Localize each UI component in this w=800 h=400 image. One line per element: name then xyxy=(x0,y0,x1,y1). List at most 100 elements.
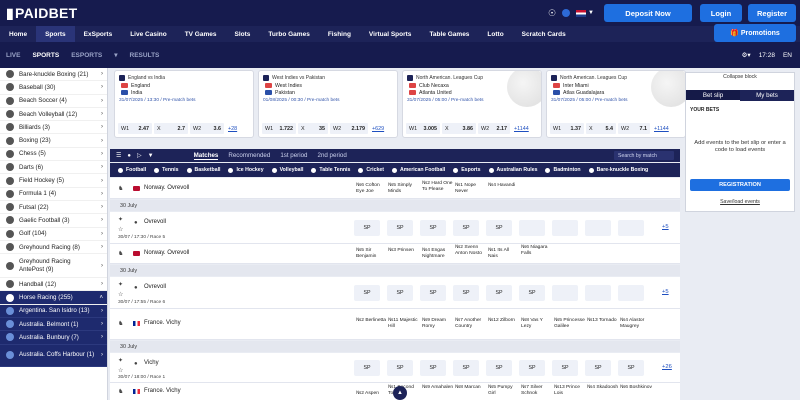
sidebar-item-beach-volleyball[interactable]: Beach Volleyball (12) › xyxy=(0,108,107,122)
star-icon[interactable]: ☆ xyxy=(118,367,123,374)
subnav-esports[interactable]: ESPORTS xyxy=(65,52,108,59)
more-bets-link[interactable]: +26 xyxy=(662,364,672,370)
login-button[interactable]: Login xyxy=(700,4,742,22)
sidebar-item-golf[interactable]: Golf (104) › xyxy=(0,228,107,241)
sport-esports[interactable]: Esports xyxy=(453,167,481,173)
sidebar-item-billiards[interactable]: Billiards (3) › xyxy=(0,121,107,135)
settings-toggle-icon[interactable] xyxy=(562,9,571,17)
nav-sports[interactable]: Sports xyxy=(36,26,75,42)
more-bets-link[interactable]: +629 xyxy=(372,126,384,132)
sp-button[interactable] xyxy=(552,285,578,301)
save-load-events-link[interactable]: Save/load events xyxy=(690,199,790,205)
star-icon[interactable]: ☆ xyxy=(118,226,123,233)
sidebar-item-handball[interactable]: Handball (12) › xyxy=(0,278,107,292)
chevron-down-icon[interactable]: ▼ xyxy=(588,10,594,16)
live-icon[interactable]: ● xyxy=(127,153,131,159)
sport-ice-hockey[interactable]: Ice Hockey xyxy=(228,167,264,173)
registration-button[interactable]: REGISTRATION xyxy=(690,179,790,191)
sidebar-item-darts[interactable]: Darts (6) › xyxy=(0,161,107,175)
nav-table-games[interactable]: Table Games xyxy=(420,26,478,42)
subnav-live[interactable]: LIVE xyxy=(0,52,26,59)
tab-1st-period[interactable]: 1st period xyxy=(280,152,307,159)
sp-button[interactable]: SP xyxy=(552,360,578,376)
sp-button[interactable]: SP xyxy=(585,360,611,376)
sidebar-item-bare-knuckle[interactable]: Bare-knuckle Boxing (21) › xyxy=(0,68,107,82)
race-row[interactable]: ♞ Norway. Ovrevoll №6 Cofton Eye Joe №5 … xyxy=(110,178,680,199)
sidebar-item-formula-1[interactable]: Formula 1 (4) › xyxy=(0,188,107,201)
logo[interactable]: ▮ PAIDBET xyxy=(6,5,78,22)
odd-w1[interactable]: W1 2.47 xyxy=(118,123,152,134)
menu-icon[interactable]: ☰ xyxy=(116,152,121,159)
sport-volleyball[interactable]: Volleyball xyxy=(271,167,303,173)
sp-button[interactable]: SP xyxy=(618,360,644,376)
nav-turbo-games[interactable]: Turbo Games xyxy=(259,26,318,42)
sidebar-subitem-belmont[interactable]: Australia. Belmont (1) › xyxy=(0,318,107,332)
sport-basketball[interactable]: Basketball xyxy=(186,167,220,173)
pin-icon[interactable]: ✦ xyxy=(118,216,123,223)
odd-w2[interactable]: W2 2.179 xyxy=(330,123,368,134)
nav-lotto[interactable]: Lotto xyxy=(478,26,512,42)
match-card[interactable]: North American. Leagues Cup Inter Miami … xyxy=(546,70,686,138)
language-select[interactable]: EN xyxy=(783,52,792,59)
sidebar-item-chess[interactable]: Chess (5) › xyxy=(0,148,107,162)
register-button[interactable]: Register xyxy=(748,4,796,22)
sport-bare-knuckle[interactable]: Bare-knuckle Boxing xyxy=(588,167,648,173)
sport-american-football[interactable]: American Football xyxy=(391,167,445,173)
sidebar-subitem-bunbury[interactable]: Australia. Bunbury (7) › xyxy=(0,331,107,345)
nav-live-casino[interactable]: Live Casino xyxy=(121,26,175,42)
subnav-sports[interactable]: SPORTS xyxy=(26,52,65,59)
odd-w2[interactable]: W2 2.17 xyxy=(478,123,510,134)
sp-button[interactable] xyxy=(618,220,644,236)
race-row[interactable]: ♞ Norway. Ovrevoll №5 Sir Benjamin №3 Pr… xyxy=(110,244,680,264)
odd-x[interactable]: X 3.86 xyxy=(442,123,476,134)
sp-button[interactable] xyxy=(552,220,578,236)
nav-home[interactable]: Home xyxy=(0,26,36,42)
sport-table-tennis[interactable]: Table Tennis xyxy=(311,167,350,173)
deposit-button[interactable]: Deposit Now xyxy=(604,4,692,22)
nav-virtual-sports[interactable]: Virtual Sports xyxy=(360,26,421,42)
sidebar-subitem-san-isidro[interactable]: Argentina. San Isidro (13) › xyxy=(0,304,107,319)
gear-icon[interactable]: ⚙▾ xyxy=(742,51,751,59)
odd-w2[interactable]: W2 7.1 xyxy=(618,123,650,134)
tab-recommended[interactable]: Recommended xyxy=(228,152,270,159)
sp-button[interactable]: SP xyxy=(354,220,380,236)
race-row[interactable]: ✦ ☆ ● Ovrevoll 30/07 / 17:30 / Race 5 SP… xyxy=(110,212,680,244)
nav-scratch-cards[interactable]: Scratch Cards xyxy=(513,26,575,42)
sp-button[interactable]: SP xyxy=(453,220,479,236)
pin-icon[interactable]: ✦ xyxy=(118,281,123,288)
tab-bet-slip[interactable]: Bet slip xyxy=(686,90,740,101)
sp-button[interactable]: SP xyxy=(519,285,545,301)
sp-button[interactable]: SP xyxy=(387,285,413,301)
subnav-results[interactable]: RESULTS xyxy=(124,52,166,59)
sp-button[interactable]: SP xyxy=(420,285,446,301)
sp-button[interactable]: SP xyxy=(420,360,446,376)
odd-x[interactable]: X 5.4 xyxy=(586,123,616,134)
sidebar-item-gaelic-football[interactable]: Gaelic Football (3) › xyxy=(0,214,107,228)
sidebar-item-field-hockey[interactable]: Field Hockey (5) › xyxy=(0,174,107,188)
scroll-up-icon[interactable]: ▲ xyxy=(393,386,407,400)
odd-w2[interactable]: W2 3.6 xyxy=(190,123,224,134)
odd-x[interactable]: X 2.7 xyxy=(154,123,188,134)
match-card[interactable]: England vs India England India 31/07/202… xyxy=(114,70,254,138)
tab-matches[interactable]: Matches xyxy=(193,152,219,160)
sp-button[interactable] xyxy=(519,220,545,236)
nav-tv-games[interactable]: TV Games xyxy=(176,26,226,42)
sidebar-item-greyhound-antepost[interactable]: Greyhound Racing AntePost (9) › xyxy=(0,254,107,279)
sidebar-item-horse-racing[interactable]: Horse Racing (255) ˄ xyxy=(0,291,107,305)
more-bets-link[interactable]: +1144 xyxy=(654,126,669,132)
race-row[interactable]: ♞ France. Vichy №2 Berlinetta №11 Majest… xyxy=(110,309,680,340)
sp-button[interactable]: SP xyxy=(354,285,380,301)
sp-button[interactable]: SP xyxy=(486,285,512,301)
sp-button[interactable]: SP xyxy=(453,285,479,301)
more-bets-link[interactable]: +1144 xyxy=(514,126,529,132)
more-bets-link[interactable]: +5 xyxy=(662,224,669,230)
nav-fishing[interactable]: Fishing xyxy=(319,26,360,42)
match-card[interactable]: North American. Leagues Cup Club Necaxa … xyxy=(402,70,542,138)
sp-button[interactable]: SP xyxy=(519,360,545,376)
sidebar-item-baseball[interactable]: Baseball (30) › xyxy=(0,81,107,95)
sp-button[interactable] xyxy=(585,285,611,301)
pin-icon[interactable]: ✦ xyxy=(118,357,123,364)
sport-cricket[interactable]: Cricket xyxy=(358,167,384,173)
sidebar-item-futsal[interactable]: Futsal (22) › xyxy=(0,201,107,215)
tab-2nd-period[interactable]: 2nd period xyxy=(318,152,347,159)
